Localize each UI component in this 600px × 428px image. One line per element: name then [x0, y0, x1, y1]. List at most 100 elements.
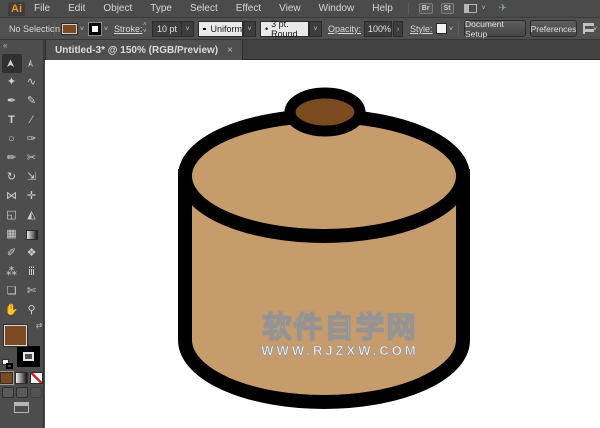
close-tab-icon[interactable]: ×: [227, 45, 233, 56]
width-profile-select[interactable]: Uniform: [198, 21, 243, 37]
pot-drawing: [178, 87, 470, 409]
scale-tool[interactable]: ⇲: [22, 168, 42, 187]
watermark-title: 软件自学网: [262, 312, 418, 344]
workspace-switcher-icon[interactable]: [463, 4, 477, 13]
shape-builder-tool[interactable]: ◱: [2, 206, 22, 225]
menu-type[interactable]: Type: [141, 0, 181, 18]
screen-mode-button[interactable]: [14, 402, 29, 413]
watermark: 软件自学网 WWW.RJZXW.COM: [195, 312, 485, 358]
scissors-tool[interactable]: ✂: [22, 149, 42, 168]
brush-definition-select[interactable]: • 3 pt. Round: [260, 19, 309, 39]
style-chevron-down-icon[interactable]: ˅: [449, 26, 453, 33]
blend-tool-icon: ❖: [26, 247, 37, 259]
stroke-weight-stepper[interactable]: ˄ ˅: [143, 22, 147, 36]
draw-behind-button[interactable]: [15, 387, 28, 398]
menu-window[interactable]: Window: [310, 0, 364, 18]
draw-normal-button[interactable]: [1, 387, 14, 398]
curvature-tool-icon: ✎: [26, 95, 37, 107]
artboard-tool[interactable]: ❏: [2, 282, 22, 301]
puppet-warp-tool[interactable]: ✛: [22, 187, 42, 206]
fill-swatch[interactable]: [3, 325, 27, 346]
opacity-value: 100%: [368, 24, 392, 34]
pen-tool[interactable]: ✒: [2, 92, 22, 111]
column-graph-tool[interactable]: ⅲ: [22, 263, 42, 282]
type-tool[interactable]: T: [2, 111, 22, 130]
gradient-tool[interactable]: ▤: [22, 225, 42, 244]
style-swatch[interactable]: [436, 23, 447, 34]
none-mode-button[interactable]: [30, 372, 43, 384]
opacity-more-button[interactable]: ›: [393, 21, 403, 37]
bridge-button[interactable]: Br: [418, 3, 433, 14]
fill-color-well[interactable]: [61, 23, 78, 35]
stroke-color-well[interactable]: [89, 23, 101, 35]
menu-object[interactable]: Object: [94, 0, 141, 18]
symbol-sprayer-tool[interactable]: ⁂: [2, 263, 22, 282]
default-fill-stroke-icon[interactable]: [1, 359, 13, 369]
lasso-tool-icon: ∿: [26, 76, 37, 88]
direct-selection-tool-icon: ➣: [25, 58, 37, 69]
paintbrush-tool[interactable]: ✑: [22, 130, 42, 149]
zoom-tool[interactable]: ⚲: [22, 301, 42, 320]
stroke-weight-select[interactable]: 10 pt ˅: [152, 21, 194, 37]
pot-knob[interactable]: [284, 87, 366, 137]
artboard-canvas[interactable]: 软件自学网 WWW.RJZXW.COM: [45, 60, 600, 428]
document-tab-title: Untitled-3* @ 150% (RGB/Preview): [55, 44, 219, 56]
blend-tool[interactable]: ❖: [22, 244, 42, 263]
menu-edit[interactable]: Edit: [59, 0, 94, 18]
opacity-input[interactable]: 100%: [364, 21, 392, 37]
paint-mode-row: [0, 372, 43, 384]
stroke-panel-link[interactable]: Stroke:: [114, 18, 143, 40]
menu-file[interactable]: File: [25, 0, 59, 18]
brush-chevron[interactable]: ˅: [309, 21, 322, 37]
pencil-tool[interactable]: ✏: [2, 149, 22, 168]
document-setup-button[interactable]: Document Setup: [464, 19, 526, 39]
width-tool[interactable]: ⋈: [2, 187, 22, 206]
stepper-down-icon[interactable]: ˅: [143, 29, 147, 36]
lasso-tool[interactable]: ∿: [22, 73, 42, 92]
stock-button[interactable]: St: [440, 3, 454, 14]
color-mode-button[interactable]: [0, 372, 13, 384]
tools-grid: ➤ ➣ ✦ ∿ ✒ ✎ T ∕ ○ ✑ ✏ ✂ ↻ ⇲ ⋈ ✛ ◱ ◭ ▦ ▤ …: [0, 54, 43, 320]
hand-tool[interactable]: ✋: [2, 301, 22, 320]
menu-help[interactable]: Help: [363, 0, 402, 18]
slice-tool[interactable]: ✄: [22, 282, 42, 301]
menu-bar: Ai File Edit Object Type Select Effect V…: [0, 0, 600, 18]
style-panel-link[interactable]: Style:: [410, 18, 433, 40]
magic-wand-tool[interactable]: ✦: [2, 73, 22, 92]
artboard-tool-icon: ❏: [6, 285, 17, 297]
document-tab[interactable]: Untitled-3* @ 150% (RGB/Preview) ×: [45, 40, 243, 60]
toolbar-collapse-button[interactable]: «: [0, 40, 43, 54]
rotate-tool[interactable]: ↻: [2, 168, 22, 187]
stepper-up-icon[interactable]: ˄: [143, 22, 147, 29]
brush-name: 3 pt. Round: [271, 19, 298, 39]
menu-select[interactable]: Select: [181, 0, 227, 18]
curvature-tool[interactable]: ✎: [22, 92, 42, 111]
stroke-chevron-down-icon[interactable]: ˅: [104, 26, 108, 33]
stroke-swatch[interactable]: [16, 346, 40, 367]
perspective-grid-tool-icon: ◭: [27, 209, 36, 221]
chevron-down-icon[interactable]: ˅: [482, 5, 486, 12]
hand-tool-icon: ✋: [4, 304, 19, 316]
perspective-grid-tool[interactable]: ◭: [22, 206, 42, 225]
opacity-panel-link[interactable]: Opacity:: [328, 18, 361, 40]
control-separator: [54, 22, 55, 36]
fill-chevron-down-icon[interactable]: ˅: [80, 26, 84, 33]
line-segment-tool[interactable]: ∕: [22, 111, 42, 130]
preferences-button[interactable]: Preferences: [530, 20, 577, 37]
type-tool-icon: T: [8, 114, 15, 126]
ellipse-tool[interactable]: ○: [2, 130, 22, 149]
selection-status: No Selection: [9, 24, 61, 34]
selection-tool[interactable]: ➤: [1, 54, 22, 73]
menu-view[interactable]: View: [270, 0, 310, 18]
gradient-mode-button[interactable]: [15, 372, 28, 384]
menu-effect[interactable]: Effect: [227, 0, 270, 18]
eyedropper-tool[interactable]: ✐: [2, 244, 22, 263]
chevron-down-icon[interactable]: ˅: [593, 26, 597, 33]
direct-selection-tool[interactable]: ➣: [22, 54, 42, 73]
mesh-tool[interactable]: ▦: [2, 225, 22, 244]
ellipse-tool-icon: ○: [8, 133, 15, 145]
width-profile-chevron[interactable]: ˅: [243, 21, 256, 37]
swap-fill-stroke-icon[interactable]: ⇄: [36, 321, 43, 330]
share-icon[interactable]: ✈: [499, 3, 507, 14]
chevron-down-icon[interactable]: ˅: [181, 22, 193, 36]
